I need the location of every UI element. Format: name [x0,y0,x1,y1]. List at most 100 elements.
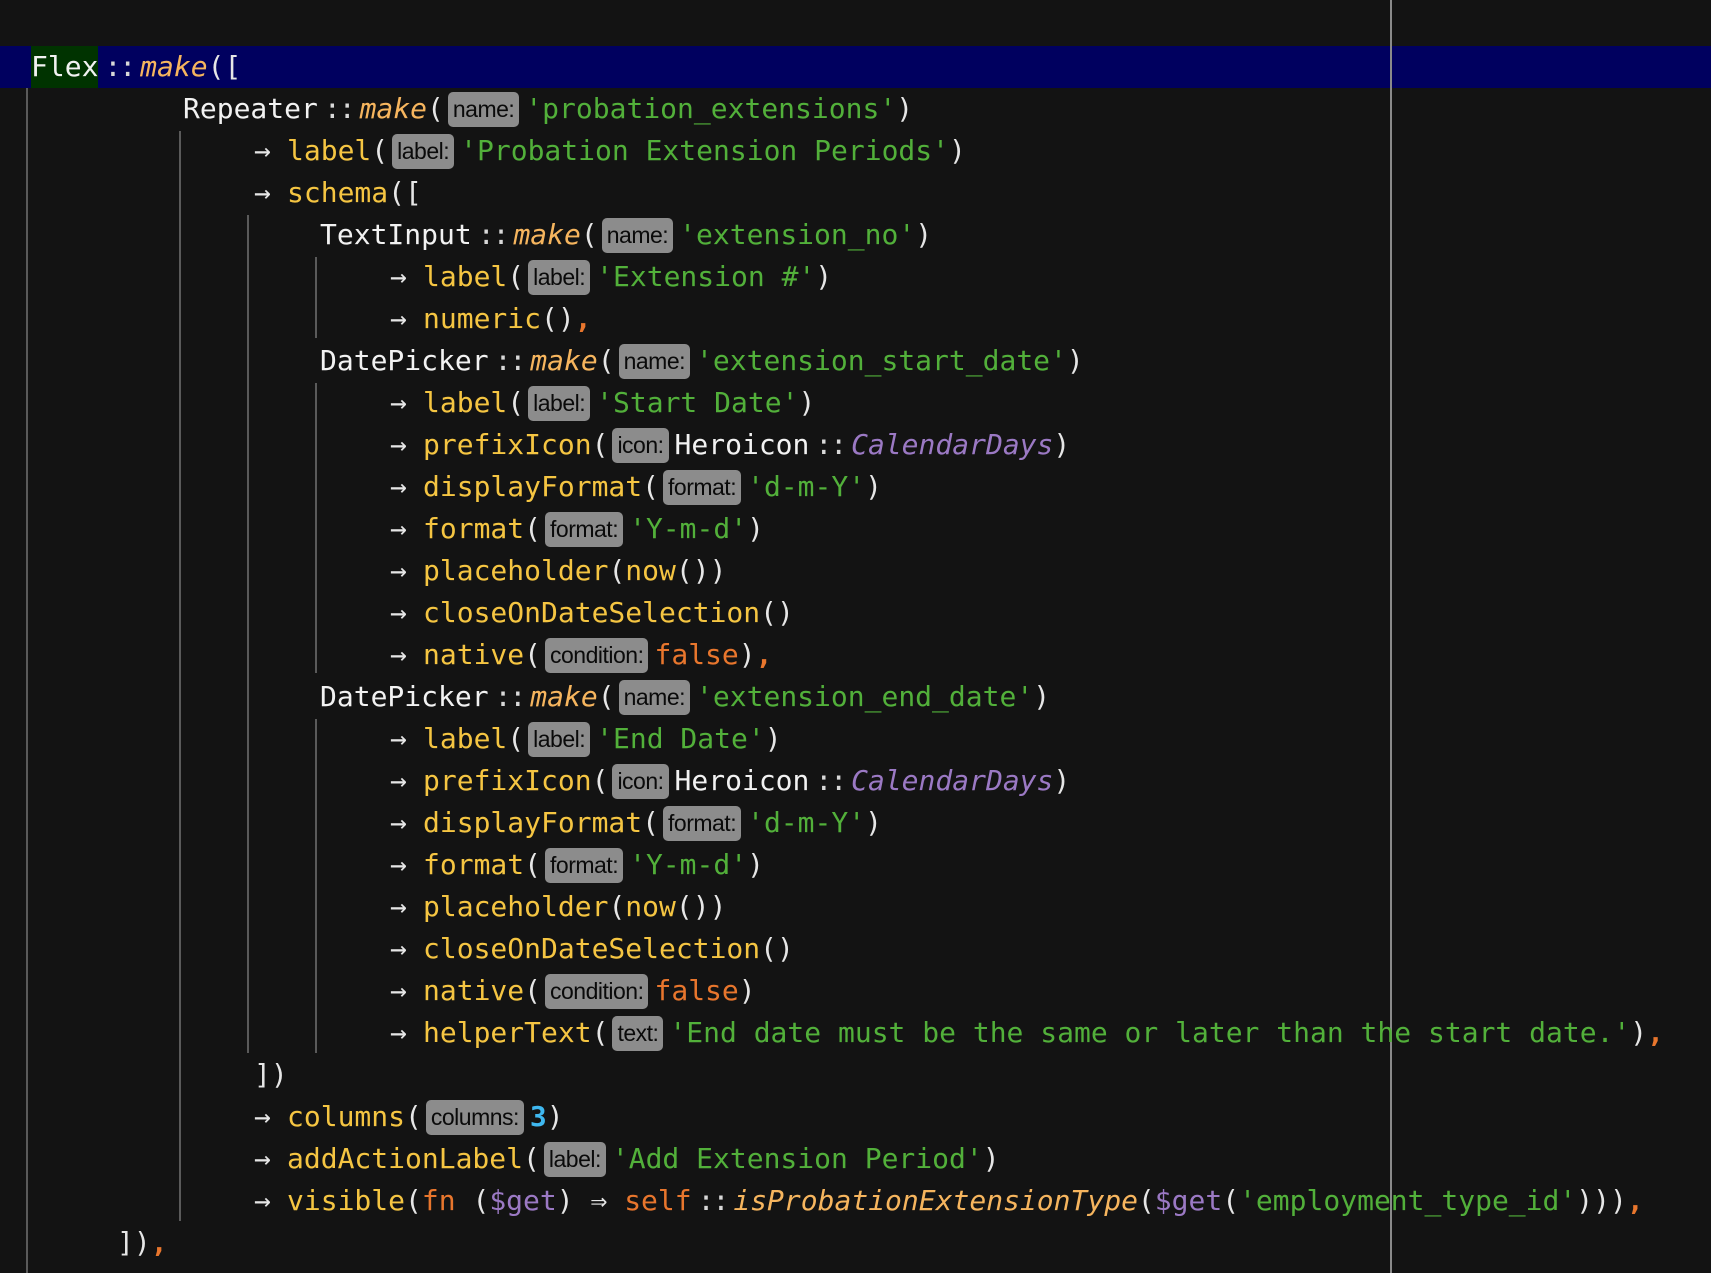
method-name: columns [287,1100,406,1133]
method-name: displayFormat [423,470,643,503]
punctuation: ()) [675,890,727,923]
punctuation: ( [507,260,525,293]
scope-operator: :: [815,428,847,461]
code-line[interactable]: → schema([ [254,172,422,214]
scope-operator: :: [323,92,356,125]
method-name: prefixIcon [423,428,592,461]
method-name: closeOnDateSelection [423,596,761,629]
parameter-hint: label: [392,133,455,169]
arrow-operator: → [390,260,407,293]
method-name: prefixIcon [423,764,592,797]
code-line[interactable]: → displayFormat(format:'d-m-Y') [390,802,882,844]
punctuation: ) [747,512,764,545]
variable: $get [1154,1184,1223,1217]
punctuation: ( [642,806,660,839]
static-method: make [530,344,598,377]
arrow-operator: → [254,1142,271,1175]
string-literal: 'employment_type_id' [1239,1184,1577,1217]
parameter-hint: label: [528,385,591,421]
parameter-hint: name: [447,91,520,127]
punctuation: ) [815,260,833,293]
punctuation: ( [1222,1184,1240,1217]
static-method: make [359,92,428,125]
code-line[interactable]: → closeOnDateSelection() [390,928,794,970]
parameter-hint: name: [618,679,691,715]
code-line[interactable]: → native(condition: false), [390,634,773,676]
punctuation: () [760,596,794,629]
code-line[interactable]: ]), [117,1222,168,1264]
indent-guide [315,719,317,1053]
keyword: fn [421,1184,473,1217]
code-line[interactable]: → placeholder(now()) [390,886,726,928]
code-line[interactable]: → closeOnDateSelection() [390,592,794,634]
code-line[interactable]: → prefixIcon(icon: Heroicon:: CalendarDays) [390,760,1070,802]
punctuation: ( [642,470,660,503]
arrow-operator: → [390,386,407,419]
punctuation: ( [597,680,615,713]
string-literal: 'End Date' [596,722,765,755]
code-line[interactable]: → placeholder(now()) [390,550,726,592]
comma: , [150,1226,168,1259]
variable: $get [489,1184,557,1217]
code-line[interactable]: → visible(fn ($get) ⇒ self:: isProbationEx… [254,1180,1644,1222]
code-line[interactable]: → label(label: 'Extension #') [390,256,832,298]
indent-guide [26,88,28,1273]
code-line[interactable]: Repeater:: make(name:'probation_extension… [183,88,913,130]
code-line[interactable]: → format(format: 'Y-m-d') [390,844,764,886]
scope-operator: :: [697,1184,730,1217]
string-literal: 'Probation Extension Periods' [460,134,950,167]
code-line[interactable]: → format(format: 'Y-m-d') [390,508,764,550]
arrow-operator: → [254,1184,271,1217]
punctuation: ) [747,848,764,881]
scope-operator: :: [815,764,847,797]
arrow-operator: → [390,848,407,881]
punctuation: ) ⇒ [556,1184,625,1217]
string-literal: 'Y-m-d' [629,848,748,881]
code-line[interactable]: → prefixIcon(icon: Heroicon:: CalendarDays) [390,424,1070,466]
code-line[interactable]: → columns(columns: 3) [254,1096,564,1138]
punctuation: ()) [675,554,727,587]
string-literal: 'Y-m-d' [629,512,748,545]
code-line[interactable]: Flex:: make([ [31,46,241,88]
indent-guide [315,383,317,673]
code-line[interactable]: TextInput:: make(name:'extension_no') [320,214,932,256]
method-name: format [423,512,525,545]
code-line[interactable]: ]) [254,1054,288,1096]
indent-guide [247,215,249,1053]
code-line[interactable]: → numeric(), [390,298,592,340]
punctuation: ( [608,554,626,587]
code-line[interactable]: DatePicker:: make(name:'extension_end_dat… [320,676,1050,718]
code-line[interactable]: → displayFormat(format:'d-m-Y') [390,466,882,508]
code-line[interactable]: → label(label: 'Probation Extension Period… [254,130,966,172]
scope-operator: :: [494,680,527,713]
method-name: numeric [423,302,542,335]
punctuation: ) [1053,428,1071,461]
code-line[interactable]: → label(label: 'Start Date') [390,382,815,424]
punctuation: ( [524,848,542,881]
parameter-hint: label: [528,721,591,757]
class-name: DatePicker [320,680,489,713]
punctuation: ))) [1576,1184,1627,1217]
number-literal: 3 [529,1100,547,1133]
code-line[interactable]: → native(condition: false) [390,970,756,1012]
scope-operator: :: [477,218,510,251]
code-line[interactable]: → label(label: 'End Date') [390,718,782,760]
punctuation: ) [915,218,933,251]
code-line[interactable]: → addActionLabel(label: 'Add Extension Per… [254,1138,1000,1180]
arrow-operator: → [390,428,407,461]
punctuation: ( [472,1184,490,1217]
punctuation: ) [949,134,966,167]
method-name: now [625,554,676,587]
punctuation: ) [1630,1016,1648,1049]
parameter-hint: columns: [425,1099,524,1135]
punctuation: ([ [388,176,422,209]
parameter-hint: format: [663,469,742,505]
parameter-hint: icon: [612,763,669,799]
code-line[interactable]: → helperText(text: 'End date must be the s… [390,1012,1664,1054]
code-line[interactable]: DatePicker:: make(name:'extension_start_d… [320,340,1084,382]
punctuation: ( [507,386,525,419]
arrow-operator: → [390,512,407,545]
arrow-operator: → [390,596,407,629]
string-literal: 'probation_extensions' [525,92,897,125]
method-name: label [423,260,508,293]
